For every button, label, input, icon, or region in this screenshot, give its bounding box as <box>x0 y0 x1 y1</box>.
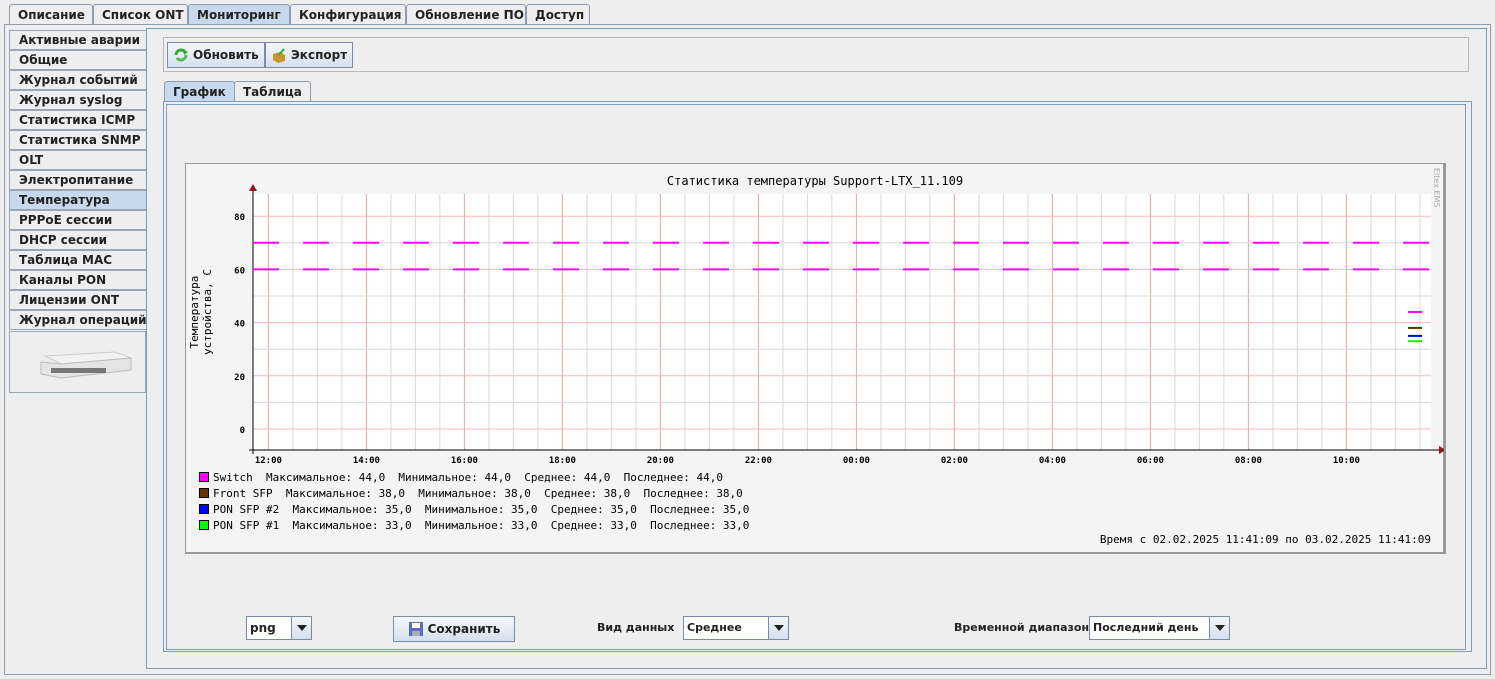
legend-item: PON SFP #1 Максимальное: 33,0 Минимально… <box>199 517 749 533</box>
x-tick-label: 12:00 <box>255 456 282 466</box>
x-tick-label: 02:00 <box>941 456 968 466</box>
format-select[interactable]: png <box>246 616 312 640</box>
time-range-label: Временной диапазон <box>954 621 1090 634</box>
data-view-select[interactable]: Среднее <box>683 616 789 640</box>
format-value: png <box>250 621 276 635</box>
legend-swatch <box>199 520 209 530</box>
time-range-value: Последний день <box>1093 621 1199 634</box>
y-axis-label: Температура устройства, C <box>188 268 214 356</box>
refresh-button[interactable]: Обновить <box>167 42 265 68</box>
sidebar-item[interactable]: Журнал операций <box>9 310 147 330</box>
sidebar-item[interactable]: Общие <box>9 50 146 70</box>
x-tick-label: 00:00 <box>843 456 870 466</box>
olt-device-image <box>40 351 132 379</box>
sidebar-item[interactable]: Журнал syslog <box>9 90 146 110</box>
legend-text: Front SFP Максимальное: 38,0 Минимальное… <box>213 486 743 500</box>
legend-text: PON SFP #1 Максимальное: 33,0 Минимально… <box>213 518 750 532</box>
sidebar-item[interactable]: DHCP сессии <box>9 230 146 250</box>
sidebar-item[interactable]: Температура <box>9 190 146 210</box>
tab-4[interactable]: Обновление ПО <box>406 4 526 25</box>
legend-text: Switch Максимальное: 44,0 Минимальное: 4… <box>213 470 723 484</box>
tab-graph[interactable]: График <box>164 81 235 102</box>
x-tick-label: 10:00 <box>1333 456 1360 466</box>
chevron-down-icon[interactable] <box>291 617 311 639</box>
x-tick-label: 08:00 <box>1235 456 1262 466</box>
export-icon <box>273 48 285 63</box>
sidebar-item[interactable]: PPPoE сессии <box>9 210 146 230</box>
sidebar-item[interactable]: Журнал событий <box>9 70 146 90</box>
time-range-text: Время с 02.02.2025 11:41:09 по 03.02.202… <box>1099 533 1431 546</box>
chevron-down-icon[interactable] <box>768 617 788 639</box>
plot-area <box>253 194 1431 450</box>
tab-2[interactable]: Мониторинг <box>188 4 290 25</box>
x-tick-label: 16:00 <box>451 456 478 466</box>
sidebar-item[interactable]: Электропитание <box>9 170 146 190</box>
x-tick-label: 22:00 <box>745 456 772 466</box>
floppy-disk-icon <box>408 622 423 636</box>
x-tick-label: 20:00 <box>647 456 674 466</box>
legend-item: Front SFP Максимальное: 38,0 Минимальное… <box>199 485 749 501</box>
y-tick-label: 40 <box>234 320 245 330</box>
y-tick-label: 60 <box>234 266 245 276</box>
sidebar-item[interactable]: Статистика SNMP <box>9 130 146 150</box>
sidebar-item[interactable]: Каналы PON <box>9 270 146 290</box>
x-tick-label: 14:00 <box>353 456 380 466</box>
legend-swatch <box>199 488 209 498</box>
x-tick-label: 06:00 <box>1137 456 1164 466</box>
save-label: Сохранить <box>427 622 501 636</box>
chart-image: 0 20 40 60 80 12:00 14:00 16:00 18:00 20:00 22:00 0… <box>185 163 1446 554</box>
sidebar-item[interactable]: Таблица MAC <box>9 250 146 270</box>
x-tick-label: 04:00 <box>1039 456 1066 466</box>
tab-1[interactable]: Список ONT <box>93 4 188 25</box>
save-button[interactable]: Сохранить <box>393 616 515 642</box>
tab-3[interactable]: Конфигурация <box>290 4 406 25</box>
export-button[interactable]: Экспорт <box>265 42 354 68</box>
device-image-box <box>9 331 146 393</box>
data-view-value: Среднее <box>687 621 742 634</box>
tab-0[interactable]: Описание <box>9 4 93 25</box>
sidebar-item[interactable]: Лицензии ONT <box>9 290 146 310</box>
watermark: Eltex EMS <box>1432 168 1441 208</box>
tab-5[interactable]: Доступ <box>526 4 590 25</box>
legend-swatch <box>199 504 209 514</box>
chart-title: Статистика температуры Support-LTX_11.10… <box>666 174 964 188</box>
x-tick-label: 18:00 <box>549 456 576 466</box>
legend-item: Switch Максимальное: 44,0 Минимальное: 4… <box>199 469 749 485</box>
chevron-down-icon[interactable] <box>1209 617 1229 639</box>
legend: Switch Максимальное: 44,0 Минимальное: 4… <box>199 469 749 533</box>
sidebar-item[interactable]: Активные аварии <box>9 30 146 50</box>
legend-swatch <box>199 472 209 482</box>
tab-table[interactable]: Таблица <box>234 81 311 101</box>
legend-text: PON SFP #2 Максимальное: 35,0 Минимально… <box>213 502 750 516</box>
legend-item: PON SFP #2 Максимальное: 35,0 Минимально… <box>199 501 749 517</box>
refresh-label: Обновить <box>193 48 259 62</box>
data-view-label: Вид данных <box>597 621 675 634</box>
y-tick-label: 0 <box>240 426 245 436</box>
sidebar-item[interactable]: Статистика ICMP <box>9 110 146 130</box>
y-tick-label: 80 <box>234 213 245 223</box>
sidebar-item[interactable]: OLT <box>9 150 146 170</box>
refresh-icon <box>174 48 188 62</box>
x-axis-arrow <box>1439 446 1444 454</box>
toolbar <box>163 37 1469 72</box>
y-tick-label: 20 <box>234 373 245 383</box>
time-range-select[interactable]: Последний день <box>1089 616 1230 640</box>
export-label: Экспорт <box>291 48 348 62</box>
